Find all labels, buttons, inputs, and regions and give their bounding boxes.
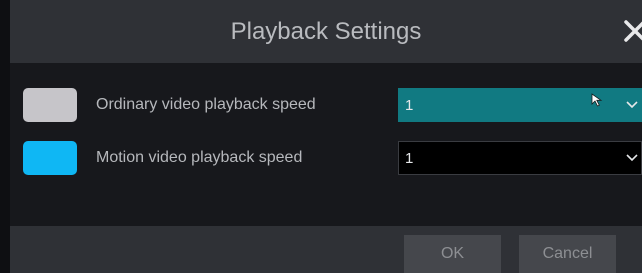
ok-button[interactable]: OK: [404, 235, 501, 273]
dialog-title-bar: Playback Settings: [10, 0, 642, 63]
chevron-down-icon: [626, 154, 638, 162]
settings-content: Ordinary video playback speed 1 Motion v…: [10, 63, 642, 226]
ordinary-speed-row: Ordinary video playback speed 1: [10, 88, 642, 124]
ordinary-speed-value: 1: [405, 97, 414, 114]
close-icon: [624, 20, 642, 42]
mouse-pointer-icon: [591, 93, 603, 107]
motion-speed-row: Motion video playback speed 1: [10, 141, 642, 177]
chevron-down-icon: [626, 101, 638, 109]
dialog-footer: OK Cancel: [10, 226, 642, 273]
motion-speed-select[interactable]: 1: [398, 141, 642, 175]
motion-speed-color-swatch[interactable]: [23, 141, 77, 175]
ordinary-speed-label: Ordinary video playback speed: [96, 96, 316, 113]
dialog-title: Playback Settings: [230, 18, 422, 45]
close-button[interactable]: [620, 14, 642, 48]
playback-settings-dialog: Playback Settings Ordinary video playbac…: [0, 0, 642, 273]
cancel-button[interactable]: Cancel: [519, 235, 616, 273]
ordinary-speed-color-swatch[interactable]: [23, 88, 77, 122]
motion-speed-label: Motion video playback speed: [96, 149, 303, 166]
motion-speed-value: 1: [405, 150, 414, 167]
ordinary-speed-select[interactable]: 1: [398, 88, 642, 122]
